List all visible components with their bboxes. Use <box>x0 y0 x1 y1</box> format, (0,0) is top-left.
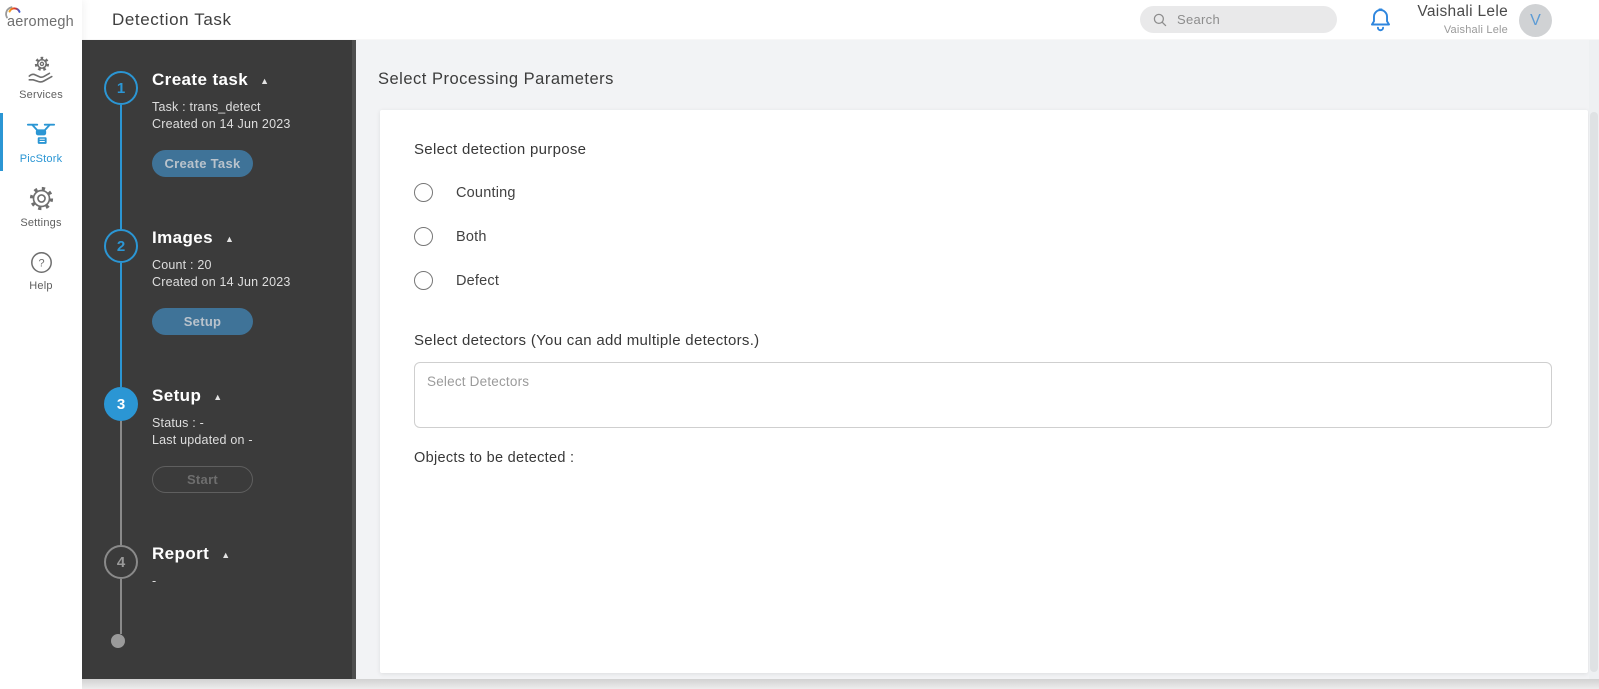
step-title: Images <box>152 228 213 247</box>
sidebar-item-label: Help <box>29 279 53 292</box>
aeromegh-logo[interactable]: aeromegh <box>0 0 82 40</box>
step-header[interactable]: Setup <box>152 386 347 406</box>
step-meta: - <box>152 573 347 590</box>
logo-arc-icon <box>4 5 24 19</box>
page-title: Detection Task <box>112 10 232 29</box>
radio-option-both[interactable]: Both <box>414 227 1552 246</box>
radio-label: Both <box>456 228 487 245</box>
section-title: Select Processing Parameters <box>378 70 614 88</box>
search-box[interactable] <box>1140 6 1337 33</box>
sidebar-item-picstork[interactable]: PicStork <box>0 110 82 174</box>
top-bar: Detection Task Vaishali Lele Vaishali Le… <box>82 0 1599 40</box>
step-setup: Setup Status : - Last updated on - Start <box>152 386 347 493</box>
main-content: Select Processing Parameters Select dete… <box>356 40 1599 689</box>
drone-icon <box>26 119 56 149</box>
step-meta-line: Status : - <box>152 416 205 430</box>
search-input[interactable] <box>1177 12 1317 27</box>
user-name: Vaishali Lele <box>1417 3 1508 20</box>
select-detectors-label: Select detectors (You can add multiple d… <box>414 332 760 349</box>
select-detectors-input[interactable] <box>414 362 1552 428</box>
step-meta: Count : 20 Created on 14 Jun 2023 <box>152 257 347 291</box>
gear-icon <box>27 184 56 213</box>
search-icon <box>1152 12 1168 28</box>
step-meta-line: Created on 14 Jun 2023 <box>152 117 291 131</box>
stepper-connector <box>120 263 122 387</box>
stepper-connector <box>120 421 122 545</box>
step-meta: Status : - Last updated on - <box>152 415 347 449</box>
processing-parameters-card: Select detection purpose Counting Both D… <box>380 110 1588 673</box>
stepper-connector <box>120 105 122 229</box>
step-report: Report - <box>152 544 347 590</box>
vertical-scrollbar-track[interactable] <box>1589 40 1599 689</box>
step-meta-line: - <box>152 574 157 588</box>
step-3-indicator: 3 <box>104 387 138 421</box>
radio-icon[interactable] <box>414 183 433 202</box>
step-meta-line: Count : 20 <box>152 258 212 272</box>
sidebar-item-settings[interactable]: Settings <box>0 174 82 238</box>
step-2-indicator: 2 <box>104 229 138 263</box>
create-task-button[interactable]: Create Task <box>152 150 253 177</box>
sidebar-item-help[interactable]: ? Help <box>0 238 82 302</box>
step-create-task: Create task Task : trans_detect Created … <box>152 70 347 177</box>
stepper-end-dot <box>111 634 125 648</box>
collapse-arrow-icon <box>213 387 222 405</box>
sidebar-item-label: Settings <box>20 216 62 229</box>
sidebar-item-label: PicStork <box>19 153 63 165</box>
radio-icon[interactable] <box>414 227 433 246</box>
step-title: Setup <box>152 386 202 405</box>
avatar-letter: V <box>1530 11 1541 29</box>
step-meta-line: Created on 14 Jun 2023 <box>152 275 291 289</box>
task-stepper-panel: 1 2 3 4 Create task Task : trans_detect … <box>82 40 356 679</box>
collapse-arrow-icon <box>221 545 230 563</box>
left-icon-rail: aeromegh Services PicStork Settings ? He… <box>0 0 82 689</box>
detection-purpose-label: Select detection purpose <box>414 141 587 158</box>
step-meta-line: Last updated on - <box>152 433 253 447</box>
sidebar-item-services[interactable]: Services <box>0 46 82 110</box>
radio-label: Counting <box>456 184 516 201</box>
step-title: Report <box>152 544 210 563</box>
sidebar-item-label: Services <box>19 89 63 101</box>
stepper-connector <box>120 579 122 634</box>
step-1-indicator: 1 <box>104 71 138 105</box>
step-images: Images Count : 20 Created on 14 Jun 2023… <box>152 228 347 335</box>
start-button[interactable]: Start <box>152 466 253 493</box>
step-header[interactable]: Report <box>152 544 347 564</box>
step-meta: Task : trans_detect Created on 14 Jun 20… <box>152 99 347 133</box>
radio-label: Defect <box>456 272 500 289</box>
radio-option-counting[interactable]: Counting <box>414 183 1552 202</box>
gear-in-hand-icon <box>26 55 56 85</box>
rail-nav: Services PicStork Settings ? Help <box>0 40 82 302</box>
avatar[interactable]: V <box>1519 4 1552 37</box>
step-header[interactable]: Create task <box>152 70 347 90</box>
step-title: Create task <box>152 70 249 89</box>
step-4-indicator: 4 <box>104 545 138 579</box>
images-setup-button[interactable]: Setup <box>152 308 253 335</box>
user-menu[interactable]: Vaishali Lele Vaishali Lele <box>1417 3 1508 36</box>
svg-text:?: ? <box>38 257 44 269</box>
collapse-arrow-icon <box>225 229 234 247</box>
radio-option-defect[interactable]: Defect <box>414 271 1552 290</box>
question-circle-icon: ? <box>28 249 55 276</box>
vertical-scrollbar-thumb[interactable] <box>1590 112 1598 672</box>
collapse-arrow-icon <box>260 71 269 89</box>
objects-to-detect-label: Objects to be detected : <box>414 450 575 466</box>
user-subtitle: Vaishali Lele <box>1443 24 1508 36</box>
horizontal-scrollbar-track[interactable] <box>82 679 1599 689</box>
radio-icon[interactable] <box>414 271 433 290</box>
step-header[interactable]: Images <box>152 228 347 248</box>
step-meta-line: Task : trans_detect <box>152 100 261 114</box>
notifications-bell-icon[interactable] <box>1367 6 1394 34</box>
